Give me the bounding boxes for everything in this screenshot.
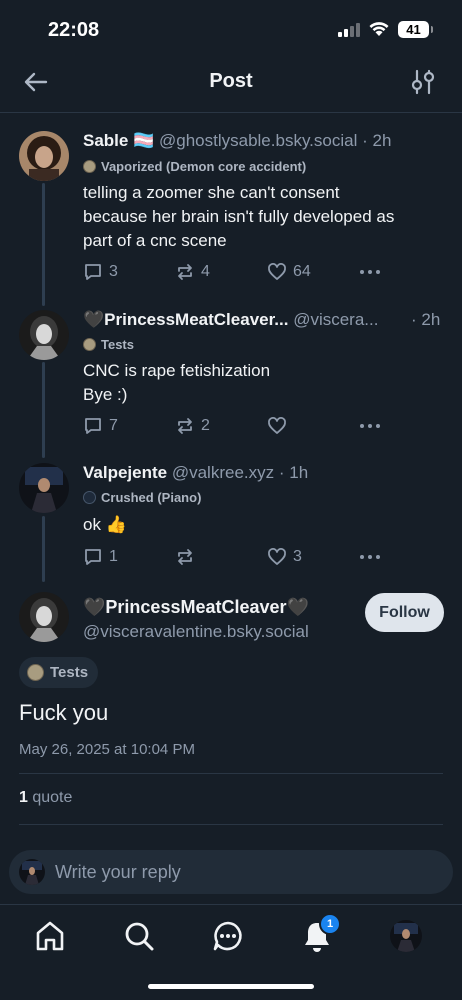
author-name[interactable]: 🖤PrincessMeatCleaver🖤 <box>83 597 309 618</box>
heart-icon <box>268 417 286 434</box>
like-button[interactable]: 64 <box>267 262 359 282</box>
badge-label: Tests <box>50 664 89 681</box>
author-name[interactable]: 🖤PrincessMeatCleaver... <box>83 310 288 329</box>
thread-line <box>42 183 45 306</box>
repost-button[interactable] <box>175 547 267 567</box>
reply-icon <box>85 264 101 280</box>
badge-icon <box>83 338 96 351</box>
repost-count: 4 <box>201 263 210 280</box>
post-text: ok 👍 <box>83 513 127 537</box>
like-button[interactable] <box>267 416 359 436</box>
badge-icon <box>83 491 96 504</box>
post-time: · 2h <box>411 310 441 329</box>
post-text-line: ok 👍 <box>83 515 127 534</box>
badge-label: Vaporized (Demon core accident) <box>101 159 307 174</box>
search-icon[interactable] <box>121 918 157 954</box>
repost-button[interactable]: 4 <box>175 262 267 282</box>
author-handle[interactable]: @visceravalentine.bsky.social <box>83 622 309 642</box>
wifi-icon <box>369 22 389 36</box>
reply-icon <box>85 418 101 434</box>
repost-icon <box>178 549 192 565</box>
post-text-line: CNC is rape fetishization <box>83 361 271 380</box>
post-time: · 1h <box>278 463 309 482</box>
avatar <box>19 859 45 885</box>
main-post-text: Fuck you <box>19 700 109 725</box>
like-count: 64 <box>293 263 311 280</box>
post-text-line: because her brain isn't fully developed … <box>83 207 395 226</box>
thread-settings-icon[interactable] <box>410 68 436 96</box>
follow-button[interactable]: Follow <box>365 593 444 632</box>
home-icon[interactable] <box>32 918 68 954</box>
badge-icon <box>27 664 44 681</box>
heart-icon <box>268 548 286 565</box>
post-text: telling a zoomer she can't consent becau… <box>83 181 394 253</box>
post-header: Valpejente @valkree.xyz · 1h <box>83 463 308 483</box>
author-handle[interactable]: @ghostlysable.bsky.social <box>159 131 357 150</box>
more-options-icon[interactable] <box>359 416 381 436</box>
post-text: CNC is rape fetishization Bye :) <box>83 359 270 407</box>
chat-icon[interactable] <box>210 918 246 954</box>
more-options-icon[interactable] <box>359 262 381 282</box>
reply-placeholder: Write your reply <box>55 861 181 882</box>
thread-line <box>42 362 45 458</box>
avatar[interactable] <box>19 592 69 642</box>
badge-label: Tests <box>101 337 134 352</box>
profile-badge: Crushed (Piano) <box>83 490 201 505</box>
notification-count-badge: 1 <box>319 913 341 935</box>
repost-icon <box>178 418 192 434</box>
reply-count: 3 <box>109 263 118 280</box>
quote-label: quote <box>27 789 73 806</box>
trans-flag-emoji: 🏳️‍⚧️ <box>133 131 155 150</box>
quote-count-link[interactable]: 1 quote <box>19 789 72 807</box>
post-time: · 2h <box>362 131 392 150</box>
profile-badge: Tests <box>83 337 134 352</box>
author-handle[interactable]: @valkree.xyz <box>172 463 274 482</box>
like-count: 3 <box>293 548 302 565</box>
post-header: Sable 🏳️‍⚧️ @ghostlysable.bsky.social · … <box>83 131 391 151</box>
reply-count: 1 <box>109 548 118 565</box>
profile-tab-avatar[interactable] <box>390 920 422 952</box>
home-indicator[interactable] <box>148 984 314 989</box>
like-button[interactable]: 3 <box>267 547 359 567</box>
post-actions: 7 2 <box>83 416 381 436</box>
reply-button[interactable]: 1 <box>83 547 175 567</box>
post-actions: 1 3 <box>83 547 381 567</box>
reply-button[interactable]: 7 <box>83 416 175 436</box>
divider <box>19 824 443 825</box>
reply-button[interactable]: 3 <box>83 262 175 282</box>
page-title: Post <box>209 70 253 92</box>
thread-line <box>42 516 45 582</box>
divider <box>19 773 443 774</box>
repost-icon <box>178 264 192 280</box>
battery-icon: 41 <box>398 21 433 38</box>
tabbar-divider <box>0 904 462 905</box>
post-header: 🖤PrincessMeatCleaver... @viscera... <box>83 310 378 330</box>
profile-badge: Vaporized (Demon core accident) <box>83 159 306 174</box>
reply-input[interactable]: Write your reply <box>9 850 453 894</box>
author-name[interactable]: Sable <box>83 131 128 150</box>
post-text-line: telling a zoomer she can't consent <box>83 183 340 202</box>
avatar[interactable] <box>19 310 69 360</box>
more-options-icon[interactable] <box>359 547 381 567</box>
repost-button[interactable]: 2 <box>175 416 267 436</box>
profile-badge: Tests <box>19 657 99 688</box>
heart-icon <box>268 263 286 280</box>
post-actions: 3 4 64 <box>83 262 381 282</box>
reply-count: 7 <box>109 417 118 434</box>
reply-icon <box>85 549 101 565</box>
badge-icon <box>83 160 96 173</box>
cellular-signal-icon <box>338 22 360 37</box>
status-time: 22:08 <box>48 19 100 41</box>
avatar[interactable] <box>19 131 69 181</box>
post-text-line: Bye :) <box>83 385 128 404</box>
badge-label: Crushed (Piano) <box>101 490 202 505</box>
quote-count: 1 <box>19 789 28 806</box>
header-divider <box>0 112 462 113</box>
avatar[interactable] <box>19 463 69 513</box>
post-text-line: part of a cnc scene <box>83 231 227 250</box>
author-handle[interactable]: @viscera... <box>293 310 378 329</box>
repost-count: 2 <box>201 417 210 434</box>
author-name[interactable]: Valpejente <box>83 463 167 482</box>
post-date: May 26, 2025 at 10:04 PM <box>19 741 195 758</box>
